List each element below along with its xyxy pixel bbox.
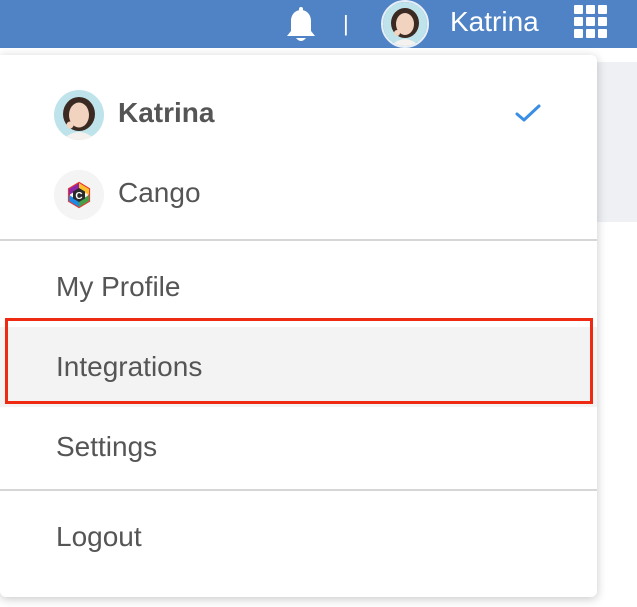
background-panel xyxy=(597,62,637,222)
user-avatar[interactable] xyxy=(381,0,429,48)
header-user-name[interactable]: Katrina xyxy=(450,4,539,40)
menu-item-label: My Profile xyxy=(56,271,181,302)
svg-text:C: C xyxy=(75,191,82,202)
cango-logo: C xyxy=(54,170,104,220)
menu-item-settings[interactable]: Settings xyxy=(0,407,597,487)
checkmark-icon xyxy=(515,104,541,122)
account-name: Cango xyxy=(118,177,201,208)
menu-divider xyxy=(0,489,597,491)
menu-item-label: Integrations xyxy=(56,351,203,382)
account-name: Katrina xyxy=(118,97,215,128)
account-item-cango[interactable]: C Cango xyxy=(0,159,597,231)
menu-item-logout[interactable]: Logout xyxy=(0,497,597,577)
page: | Katrina Katrina C Cango My Profile Int… xyxy=(0,0,637,607)
account-dropdown-menu: Katrina C Cango My Profile Integrations … xyxy=(0,55,597,597)
menu-item-integrations[interactable]: Integrations xyxy=(0,327,597,407)
user-avatar xyxy=(54,90,104,140)
menu-item-label: Logout xyxy=(56,521,142,552)
account-item-katrina[interactable]: Katrina xyxy=(0,79,597,151)
top-header-bar: | Katrina xyxy=(0,0,637,48)
header-separator: | xyxy=(343,11,349,36)
menu-item-label: Settings xyxy=(56,431,158,462)
menu-item-my-profile[interactable]: My Profile xyxy=(0,247,597,327)
grid-apps-icon[interactable] xyxy=(574,5,608,39)
bell-icon[interactable] xyxy=(283,6,319,46)
menu-divider xyxy=(0,239,597,241)
